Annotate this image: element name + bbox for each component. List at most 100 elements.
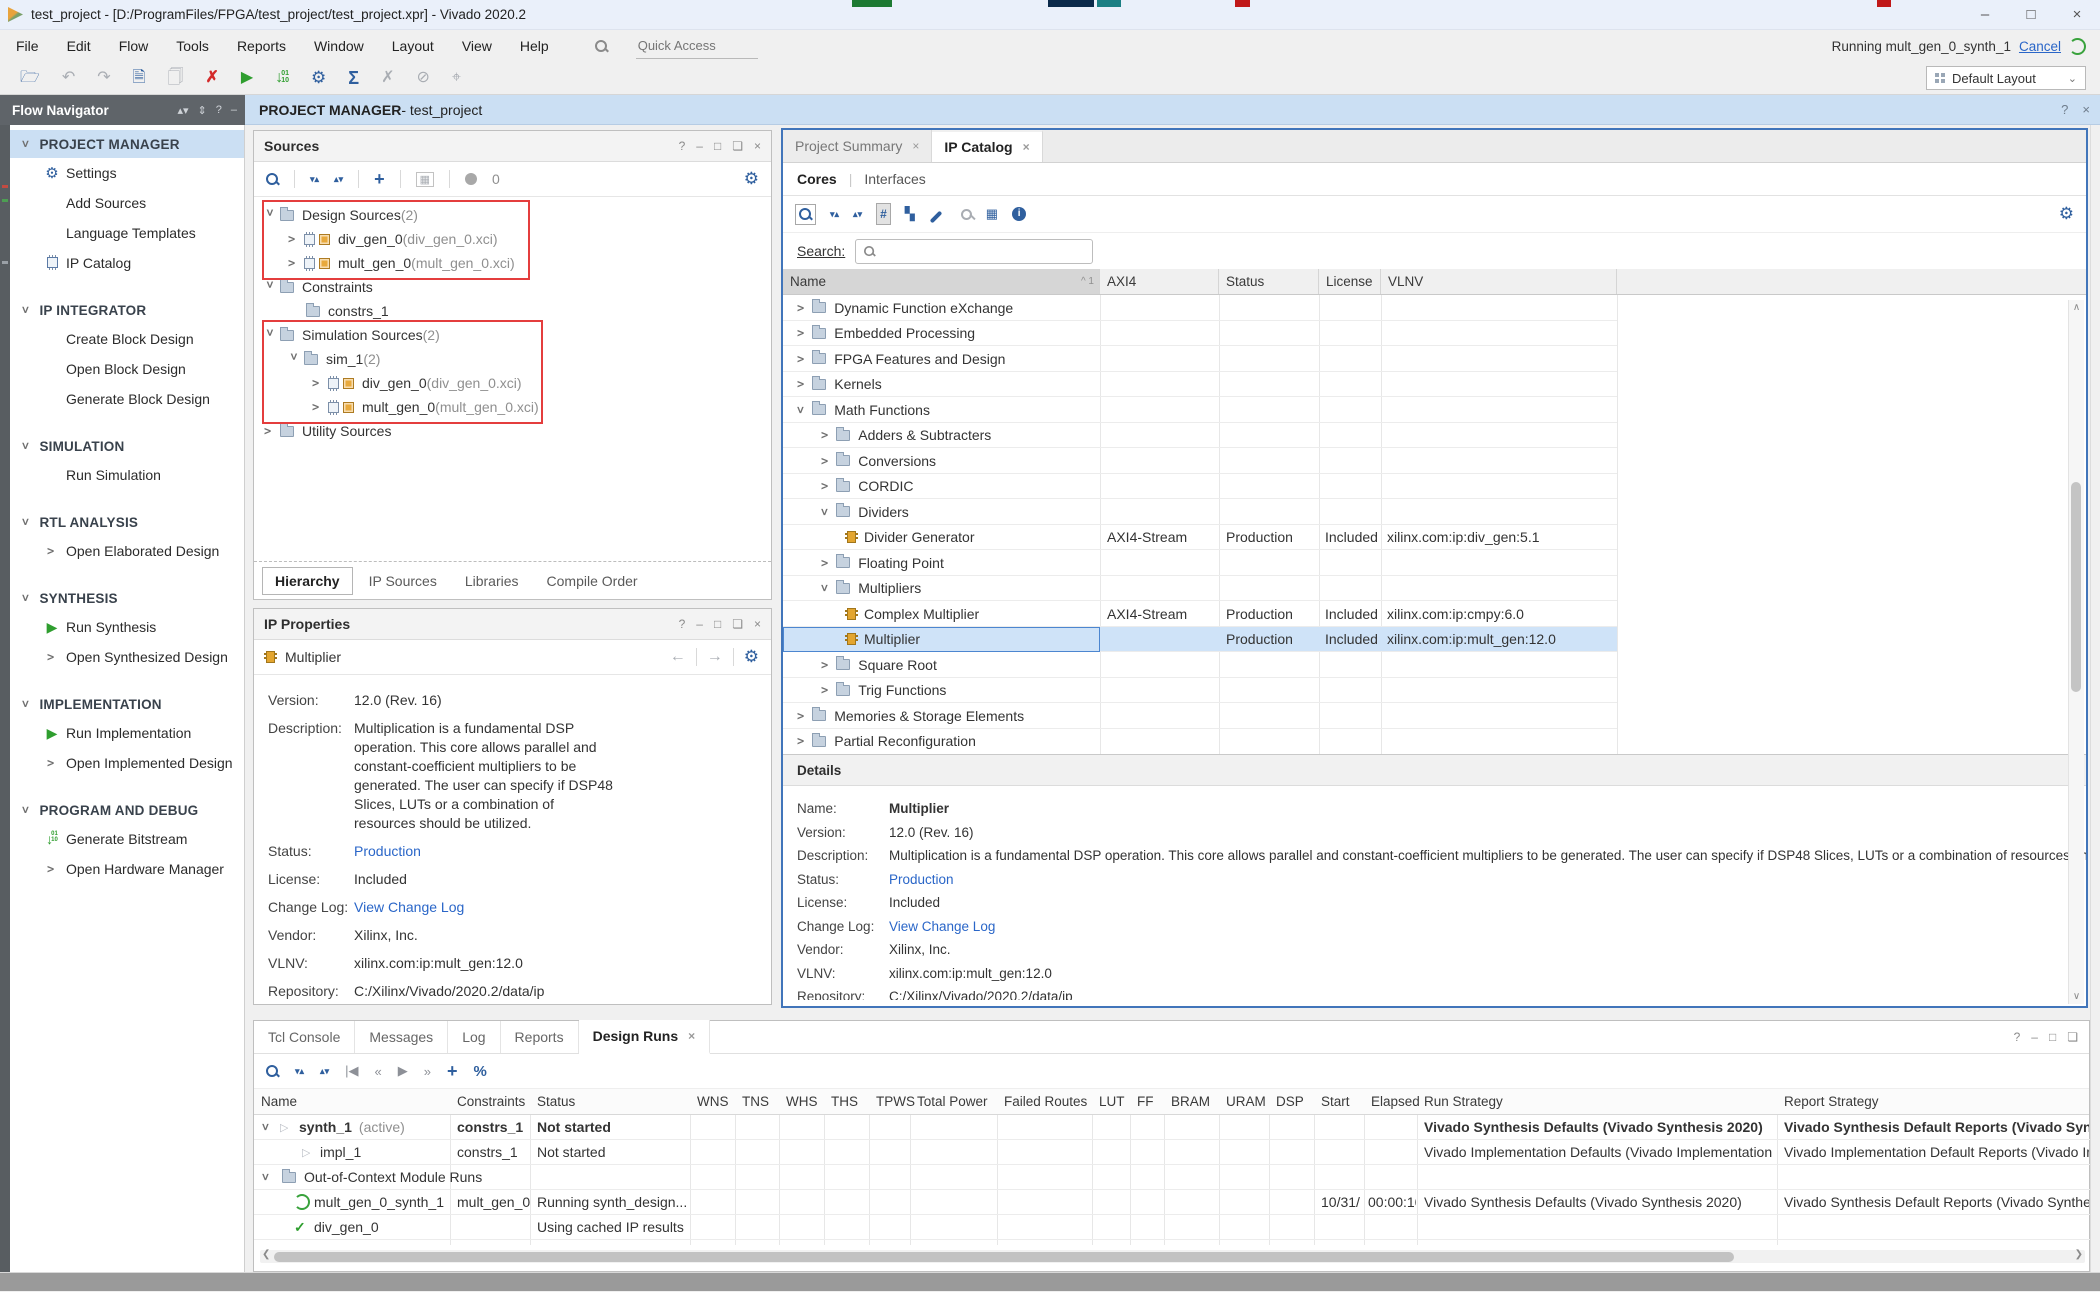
sidebar-item-add-sources[interactable]: Add Sources	[10, 188, 244, 218]
settings-gear-icon[interactable]: ⚙	[2059, 204, 2074, 224]
menu-reports[interactable]: Reports	[237, 38, 286, 54]
column-header-uram[interactable]: URAM	[1219, 1089, 1269, 1114]
tree-item-multipliers[interactable]: >Multipliers	[783, 576, 1617, 602]
new-file-icon[interactable]: 🗎	[133, 70, 146, 86]
column-header-license[interactable]: License	[1319, 269, 1381, 294]
horizontal-scrollbar[interactable]: ❮ ❯	[260, 1250, 2085, 1263]
tree-item-floating-point[interactable]: >Floating Point	[783, 550, 1617, 576]
tab-reports[interactable]: Reports	[501, 1021, 579, 1053]
scrollbar-thumb[interactable]	[2071, 482, 2081, 692]
minimize-icon[interactable]: ‒	[696, 139, 703, 153]
column-header-name[interactable]: Name	[254, 1089, 450, 1114]
tree-item-sim-1[interactable]: >sim_1 (2)	[288, 347, 380, 371]
sidebar-item-run-implementation[interactable]: ▶Run Implementation	[10, 718, 244, 748]
minimize-icon[interactable]: ‒	[696, 617, 703, 631]
close-icon[interactable]: ×	[754, 139, 761, 153]
menu-layout[interactable]: Layout	[392, 38, 434, 54]
tab-hierarchy[interactable]: Hierarchy	[262, 567, 353, 595]
tab-ip-catalog[interactable]: IP Catalog×	[932, 130, 1042, 162]
menu-view[interactable]: View	[462, 38, 492, 54]
column-header-vlnv[interactable]: VLNV	[1381, 269, 1617, 294]
layout-selector[interactable]: Default Layout ⌄	[1926, 66, 2086, 90]
column-header-failed-routes[interactable]: Failed Routes	[997, 1089, 1092, 1114]
sidebar-item-project-manager[interactable]: >PROJECT MANAGER	[10, 130, 244, 158]
collapse-all-icon[interactable]: ▾▴	[310, 176, 319, 182]
report-sigma-icon[interactable]: Σ	[348, 70, 359, 86]
search-icon[interactable]	[266, 173, 279, 186]
close-icon[interactable]: ×	[1023, 140, 1030, 154]
tree-item-conversions[interactable]: >Conversions	[783, 448, 1617, 474]
column-header-lut[interactable]: LUT	[1092, 1089, 1130, 1114]
column-header-status[interactable]: Status	[1219, 269, 1319, 294]
close-icon[interactable]: ×	[2082, 102, 2090, 117]
cancel-run-link[interactable]: Cancel	[2019, 39, 2061, 54]
view-change-log-link[interactable]: View Change Log	[354, 898, 616, 917]
column-header-ths[interactable]: THS	[824, 1089, 869, 1114]
column-header-bram[interactable]: BRAM	[1164, 1089, 1219, 1114]
column-header-axi4[interactable]: AXI4	[1100, 269, 1219, 294]
close-icon[interactable]: ×	[912, 139, 919, 153]
tab-compile-order[interactable]: Compile Order	[535, 568, 650, 594]
tree-item-fpga-features[interactable]: >FPGA Features and Design	[783, 346, 1617, 372]
sidebar-item-settings[interactable]: ⚙Settings	[10, 158, 244, 188]
column-header-tns[interactable]: TNS	[735, 1089, 779, 1114]
vertical-scrollbar[interactable]: ∧ ∨	[2068, 300, 2084, 1004]
chip-icon[interactable]: ▦	[986, 206, 998, 222]
copy-icon[interactable]: 🗍	[168, 70, 184, 86]
tab-design-runs[interactable]: Design Runs×	[579, 1020, 711, 1054]
generate-bitstream-icon[interactable]: ↓0110	[275, 70, 289, 86]
forward-arrow-icon[interactable]: →	[707, 648, 723, 666]
tree-item-dividers[interactable]: >Dividers	[783, 499, 1617, 525]
tree-item-memories-storage[interactable]: >Memories & Storage Elements	[783, 703, 1617, 729]
help-icon[interactable]: ?	[216, 104, 222, 116]
float-icon[interactable]: ❏	[732, 139, 743, 153]
sidebar-item-implementation[interactable]: >IMPLEMENTATION	[10, 690, 244, 718]
column-header-total-power[interactable]: Total Power	[910, 1089, 997, 1114]
menu-tools[interactable]: Tools	[176, 38, 209, 54]
tree-item-sim-mult-gen-0[interactable]: >mult_gen_0 (mult_gen_0.xci)	[312, 395, 539, 419]
sidebar-item-create-block-design[interactable]: Create Block Design	[10, 324, 244, 354]
tree-item-divider-generator[interactable]: Divider Generator AXI4-StreamProductionI…	[783, 525, 1617, 551]
run-row-div-gen-0[interactable]: ✓ div_gen_0 Using cached IP results	[254, 1215, 2091, 1240]
tree-item-adders-subtracters[interactable]: >Adders & Subtracters	[783, 423, 1617, 449]
sidebar-item-open-elaborated-design[interactable]: >Open Elaborated Design	[10, 536, 244, 566]
tree-item-mult-gen-0[interactable]: >mult_gen_0 (mult_gen_0.xci)	[288, 251, 515, 275]
column-header-constraints[interactable]: Constraints	[450, 1089, 530, 1114]
sidebar-item-program-and-debug[interactable]: >PROGRAM AND DEBUG	[10, 796, 244, 824]
menu-file[interactable]: File	[16, 38, 39, 54]
stop-icon[interactable]: ✗	[206, 70, 219, 86]
status-link[interactable]: Production	[354, 842, 616, 861]
column-header-start[interactable]: Start	[1314, 1089, 1364, 1114]
detail-change-log-link[interactable]: View Change Log	[889, 918, 995, 936]
tree-item-square-root[interactable]: >Square Root	[783, 652, 1617, 678]
minimize-panel-icon[interactable]: ‒	[231, 104, 237, 116]
help-icon[interactable]: ?	[679, 139, 686, 153]
close-button[interactable]: ×	[2054, 0, 2100, 30]
sidebar-item-simulation[interactable]: >SIMULATION	[10, 432, 244, 460]
close-icon[interactable]: ×	[754, 617, 761, 631]
tab-log[interactable]: Log	[448, 1021, 500, 1053]
tree-item-cordic[interactable]: >CORDIC	[783, 474, 1617, 500]
sidebar-item-run-synthesis[interactable]: ▶Run Synthesis	[10, 612, 244, 642]
maximize-icon[interactable]: □	[714, 139, 721, 153]
info-icon[interactable]: i	[1012, 207, 1026, 221]
tree-item-div-gen-0[interactable]: >div_gen_0 (div_gen_0.xci)	[288, 227, 498, 251]
sidebar-item-run-simulation[interactable]: Run Simulation	[10, 460, 244, 490]
menu-edit[interactable]: Edit	[67, 38, 91, 54]
run-icon[interactable]: ▶	[241, 70, 253, 86]
run-row-mult-gen-0-synth-1[interactable]: mult_gen_0_synth_1 mult_gen_0 Running sy…	[254, 1190, 2091, 1215]
tree-item-dynamic-function-exchange[interactable]: >Dynamic Function eXchange	[783, 295, 1617, 321]
subtab-interfaces[interactable]: Interfaces	[864, 171, 925, 187]
float-icon[interactable]: ❏	[732, 617, 743, 631]
collapse-all-icon[interactable]: ▴▾	[177, 104, 188, 117]
customize-wrench-icon[interactable]	[929, 206, 947, 222]
subtab-cores[interactable]: Cores	[797, 171, 837, 187]
open-project-icon[interactable]: 🗁	[20, 70, 40, 86]
tree-item-utility-sources[interactable]: >Utility Sources	[264, 419, 391, 443]
run-row-ooc-group[interactable]: > Out-of-Context Module Runs	[254, 1165, 2091, 1190]
redo-icon[interactable]: ↷	[97, 70, 110, 86]
maximize-icon[interactable]: □	[714, 617, 721, 631]
tree-item-complex-multiplier[interactable]: Complex Multiplier AXI4-StreamProduction…	[783, 601, 1617, 627]
help-icon[interactable]: ?	[2014, 1030, 2021, 1044]
tree-item-design-sources[interactable]: >Design Sources (2)	[264, 203, 418, 227]
